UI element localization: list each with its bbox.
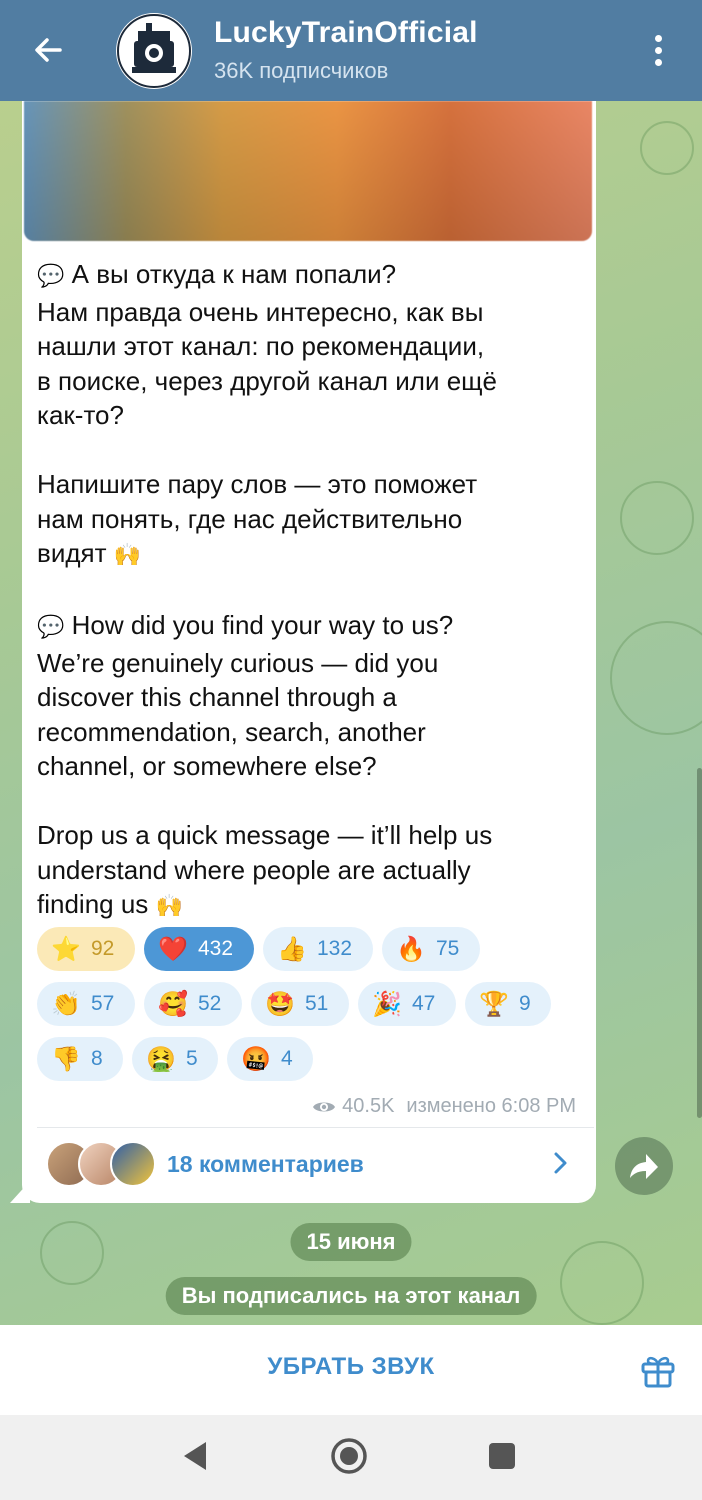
channel-title[interactable]: LuckyTrainOfficial — [214, 16, 478, 50]
clapping-hands-icon: 👏 — [51, 990, 81, 1018]
service-message: Вы подписались на этот канал — [165, 1277, 537, 1315]
reaction-party[interactable]: 🎉 47 — [358, 982, 456, 1026]
reaction-fire[interactable]: 🔥 75 — [382, 927, 480, 971]
edited-time: изменено 6:08 PM — [406, 1095, 576, 1117]
speech-bubble-icon: 💬 — [37, 615, 65, 640]
text-line: в поиске, через другой канал или ещё — [37, 365, 498, 396]
reaction-heart[interactable]: ❤️ 432 — [144, 927, 254, 971]
party-popper-icon: 🎉 — [372, 990, 402, 1018]
wallpaper-doodle — [620, 481, 694, 555]
wallpaper-doodle — [640, 121, 694, 175]
chevron-right-icon — [554, 1152, 567, 1174]
text-line: recommendation, search, another — [37, 716, 426, 747]
speech-bubble-icon: 💬 — [37, 264, 65, 289]
text-line: understand where people are actually — [37, 854, 471, 885]
train-logo-icon — [117, 14, 191, 88]
paragraph-en-1: 💬 How did you find your way to us? — [37, 610, 454, 640]
cursing-face-icon: 🤬 — [241, 1045, 271, 1073]
thumbs-up-icon: 👍 — [277, 935, 307, 963]
vomiting-face-icon: 🤮 — [146, 1045, 176, 1073]
text-line: discover this channel through a — [37, 682, 397, 712]
more-vertical-icon[interactable] — [646, 32, 670, 70]
star-icon: ⭐ — [51, 935, 81, 963]
channel-post[interactable]: 💬 А вы откуда к нам попали? Нам правда о… — [22, 101, 596, 1203]
reaction-vomit[interactable]: 🤮 5 — [132, 1037, 218, 1081]
channel-avatar[interactable] — [116, 13, 192, 89]
view-count: 40.5K — [342, 1095, 395, 1117]
bottom-bar: УБРАТЬ ЗВУК — [0, 1325, 702, 1415]
mute-button[interactable]: УБРАТЬ ЗВУК — [0, 1353, 702, 1381]
reaction-smiling-hearts[interactable]: 🥰 52 — [144, 982, 242, 1026]
text-line: We’re genuinely curious — did you — [37, 647, 439, 678]
share-button[interactable] — [615, 1137, 673, 1195]
smiling-face-hearts-icon: 🥰 — [158, 990, 188, 1018]
wallpaper-doodle — [40, 1221, 104, 1285]
reaction-clap[interactable]: 👏 57 — [37, 982, 135, 1026]
trophy-icon: 🏆 — [479, 990, 509, 1018]
raising-hands-icon: 🙌 — [155, 894, 183, 919]
reaction-thumbs-up[interactable]: 👍 132 — [263, 927, 373, 971]
subscriber-count: 36K подписчиков — [214, 58, 389, 83]
wallpaper-doodle — [560, 1241, 644, 1325]
raising-hands-icon: 🙌 — [113, 543, 142, 568]
paragraph-ru-1: 💬 А вы откуда к нам попали? — [37, 259, 397, 289]
text-line: как-то? — [37, 400, 124, 430]
eye-icon — [313, 1102, 336, 1111]
text-line: Drop us a quick message — it’ll help us — [37, 820, 493, 850]
comments-button[interactable]: 18 комментариев — [22, 1129, 596, 1201]
reaction-cursing[interactable]: 🤬 4 — [227, 1037, 313, 1081]
text-line: нам понять, где нас действительно — [37, 503, 463, 534]
wallpaper-doodle — [610, 621, 702, 735]
reaction-thumbs-down[interactable]: 👎 8 — [37, 1037, 123, 1081]
post-meta: 40.5K изменено 6:08 PM — [312, 1095, 576, 1118]
commenter-avatar — [110, 1141, 156, 1187]
text-line: Нам правда очень интересно, как вы — [37, 296, 484, 327]
arrow-left-icon[interactable] — [28, 30, 68, 70]
thumbs-down-icon: 👎 — [51, 1045, 81, 1073]
text-line: нашли этот канал: по рекомендации, — [37, 331, 485, 361]
text-line: Напишите пару слов — это поможет — [37, 469, 478, 499]
nav-recents-icon[interactable] — [488, 1442, 516, 1470]
text-line: finding us 🙌 — [37, 889, 183, 919]
reaction-star-struck[interactable]: 🤩 51 — [251, 982, 349, 1026]
reaction-star[interactable]: ⭐ 92 — [37, 927, 135, 971]
date-pill: 15 июня — [290, 1223, 412, 1261]
nav-back-icon[interactable] — [180, 1439, 210, 1473]
gift-icon[interactable] — [640, 1351, 676, 1389]
reaction-trophy[interactable]: 🏆 9 — [465, 982, 551, 1026]
fire-icon: 🔥 — [396, 935, 426, 963]
chat-header: LuckyTrainOfficial 36K подписчиков — [0, 0, 702, 101]
post-image[interactable] — [24, 101, 592, 241]
text-line: channel, or somewhere else? — [37, 751, 377, 781]
comments-label: 18 комментариев — [167, 1151, 364, 1177]
heart-icon: ❤️ — [158, 935, 188, 963]
divider — [37, 1127, 594, 1128]
chat-area[interactable]: 💬 А вы откуда к нам попали? Нам правда о… — [0, 101, 702, 1325]
scrollbar[interactable] — [697, 768, 702, 1118]
nav-home-icon[interactable] — [329, 1436, 369, 1476]
text-line: видят 🙌 — [37, 538, 142, 568]
star-struck-icon: 🤩 — [265, 990, 295, 1018]
post-text: 💬 А вы откуда к нам попали? Нам правда о… — [37, 257, 582, 925]
forward-icon — [630, 1154, 658, 1179]
system-nav-bar — [0, 1415, 702, 1500]
